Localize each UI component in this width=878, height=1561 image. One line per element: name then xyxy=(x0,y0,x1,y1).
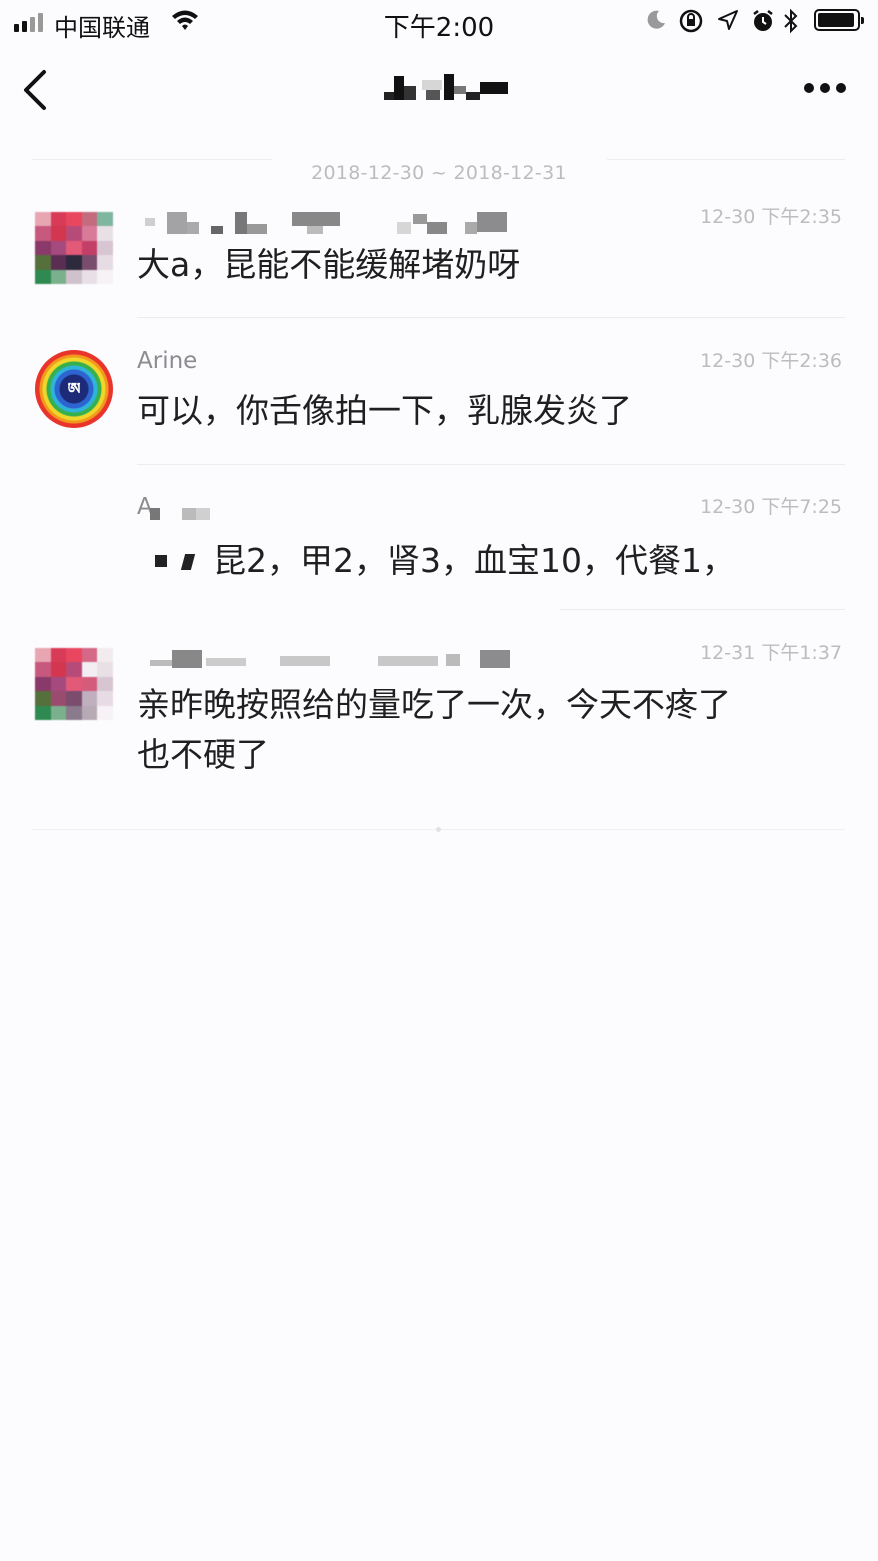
message-time: 12-31 下午1:37 xyxy=(700,642,842,664)
message-text: 可以，你舌像拍一下，乳腺发炎了 xyxy=(137,391,632,430)
bluetooth-icon xyxy=(784,8,798,34)
page-indicator-dot xyxy=(436,827,441,832)
avatar[interactable] xyxy=(35,648,113,720)
sender-name-redacted xyxy=(137,208,517,236)
divider xyxy=(607,159,845,160)
status-bar: 中国联通 下午2:00 xyxy=(0,0,878,44)
moon-icon xyxy=(647,10,665,29)
sender-name-redacted xyxy=(150,648,520,670)
sender-name: Arine xyxy=(137,348,198,374)
more-options-button[interactable] xyxy=(800,74,850,104)
back-button[interactable] xyxy=(18,68,58,112)
status-time: 下午2:00 xyxy=(383,13,495,43)
divider xyxy=(560,609,845,610)
alarm-icon xyxy=(753,10,773,31)
divider xyxy=(137,464,845,465)
message-item[interactable]: 12-31 下午1:37 亲昨晚按照给的量吃了一次，今天不疼了 也不硬了 xyxy=(0,632,878,792)
message-text: 大a，昆能不能缓解堵奶呀 xyxy=(137,245,521,284)
message-text: 昆2，甲2，肾3，血宝10，代餐1， xyxy=(213,541,735,580)
sender-name-redacted xyxy=(150,502,220,524)
message-item[interactable]: 12-30 下午2:35 大a，昆能不能缓解堵奶呀 xyxy=(0,196,878,318)
battery-icon xyxy=(814,9,864,31)
message-time: 12-30 下午7:25 xyxy=(700,496,842,518)
avatar[interactable] xyxy=(35,212,113,284)
message-item[interactable]: A 12-30 下午7:25 昆2，甲2，肾3，血宝10，代餐1， xyxy=(0,486,878,610)
message-time: 12-30 下午2:36 xyxy=(700,350,842,372)
location-icon xyxy=(718,10,738,30)
date-range-header: 2018-12-30 ~ 2018-12-31 xyxy=(0,146,878,184)
avatar[interactable]: ཨ xyxy=(35,350,113,428)
chat-title-redacted xyxy=(380,70,515,110)
rotation-lock-icon xyxy=(679,9,703,33)
divider xyxy=(137,317,845,318)
message-text: 也不硬了 xyxy=(137,735,269,774)
redacted-prefix xyxy=(155,552,205,572)
message-time: 12-30 下午2:35 xyxy=(700,206,842,228)
message-text: 亲昨晚按照给的量吃了一次，今天不疼了 xyxy=(137,685,731,724)
message-item[interactable]: ཨ Arine 12-30 下午2:36 可以，你舌像拍一下，乳腺发炎了 xyxy=(0,340,878,465)
date-range-text: 2018-12-30 ~ 2018-12-31 xyxy=(311,162,567,184)
avatar-glyph: ཨ xyxy=(67,379,81,398)
nav-bar xyxy=(0,44,878,134)
